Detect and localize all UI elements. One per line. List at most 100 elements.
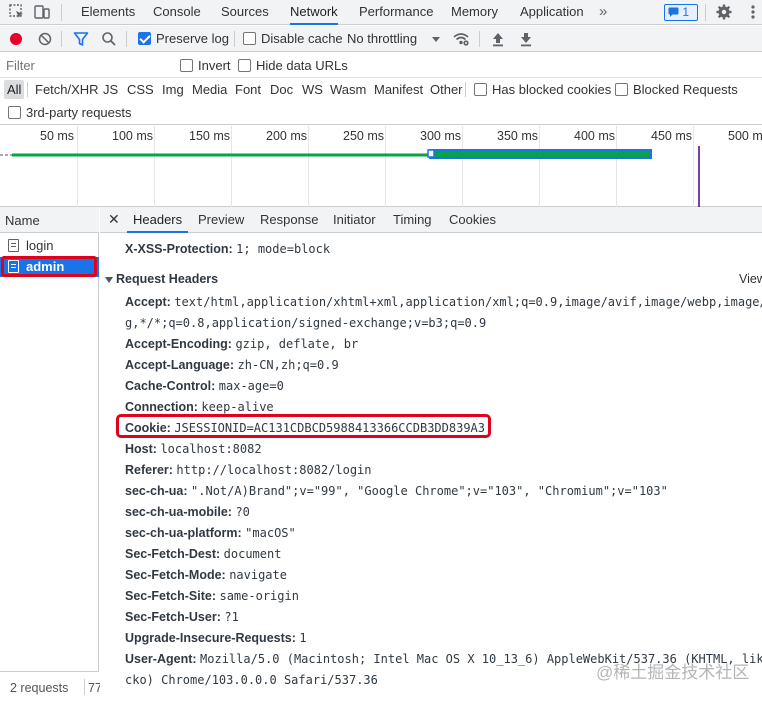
- filter-icon[interactable]: [72, 30, 90, 48]
- more-tabs-icon[interactable]: »: [599, 0, 607, 25]
- tab-sources[interactable]: Sources: [221, 0, 269, 25]
- header-value: http://localhost:8082/login: [176, 463, 372, 477]
- tab-network[interactable]: Network: [290, 0, 338, 25]
- header-key: Host:: [125, 442, 157, 456]
- document-icon: [8, 239, 19, 252]
- name-column-header[interactable]: Name: [0, 207, 99, 233]
- divider: [126, 31, 127, 47]
- header-value: 1: [299, 631, 307, 645]
- type-filter-ws[interactable]: WS: [299, 80, 326, 99]
- filter-bar: Invert Hide data URLs: [0, 53, 762, 78]
- type-filter-css[interactable]: CSS: [124, 80, 157, 99]
- request-row-login[interactable]: login: [0, 236, 99, 256]
- tab-initiator[interactable]: Initiator: [333, 207, 376, 233]
- disable-cache-checkbox[interactable]: [243, 32, 256, 45]
- type-filter-manifest[interactable]: Manifest: [371, 80, 426, 99]
- header-key: sec-ch-ua:: [125, 484, 188, 498]
- timeline-overview[interactable]: 50 ms 100 ms 150 ms 200 ms 250 ms 300 ms…: [0, 126, 762, 207]
- header-value: "macOS": [245, 526, 296, 540]
- waterfall-bars: [0, 146, 700, 207]
- header-row-accept: Accept: text/html,application/xhtml+xml,…: [125, 295, 762, 309]
- preserve-log-label: Preserve log: [156, 31, 229, 46]
- header-value-continuation: g,*/*;q=0.8,application/signed-exchange;…: [125, 316, 487, 330]
- tab-memory[interactable]: Memory: [451, 0, 498, 25]
- record-icon[interactable]: [7, 30, 25, 48]
- divider: [61, 4, 62, 21]
- header-row-sec-ch-ua: sec-ch-ua: ".Not/A)Brand";v="99", "Googl…: [125, 484, 668, 498]
- type-filter-doc[interactable]: Doc: [267, 80, 296, 99]
- message-icon: [668, 7, 679, 17]
- tab-cookies[interactable]: Cookies: [449, 207, 496, 233]
- issues-badge[interactable]: 1: [664, 4, 698, 21]
- header-row-sec-fetch-mode: Sec-Fetch-Mode: navigate: [125, 568, 287, 582]
- third-party-checkbox[interactable]: [8, 106, 21, 119]
- view-source-link[interactable]: View: [739, 272, 762, 286]
- filter-input[interactable]: [3, 56, 167, 75]
- dropdown-arrow-icon[interactable]: [427, 30, 445, 48]
- header-row-host: Host: localhost:8082: [125, 442, 262, 456]
- tab-console[interactable]: Console: [153, 0, 201, 25]
- inspect-element-icon[interactable]: [8, 3, 26, 21]
- header-key: Sec-Fetch-Dest:: [125, 547, 221, 561]
- header-value: navigate: [229, 568, 287, 582]
- request-count: 2 requests: [10, 681, 69, 695]
- tab-elements[interactable]: Elements: [81, 0, 135, 25]
- header-row-accept-language: Accept-Language: zh-CN,zh;q=0.9: [125, 358, 339, 372]
- device-toolbar-icon[interactable]: [33, 3, 51, 21]
- header-value: ?0: [235, 505, 250, 519]
- header-value: 1; mode=block: [236, 242, 331, 256]
- search-icon[interactable]: [100, 30, 118, 48]
- header-key: Accept:: [125, 295, 171, 309]
- type-filter-fetch-xhr[interactable]: Fetch/XHR: [32, 80, 102, 99]
- header-value: localhost:8082: [160, 442, 262, 456]
- divider: [27, 82, 28, 97]
- clear-icon[interactable]: [36, 30, 54, 48]
- has-blocked-cookies-checkbox[interactable]: [474, 83, 487, 96]
- header-row-cache-control: Cache-Control: max-age=0: [125, 379, 284, 393]
- header-row-user-agent-cont: cko) Chrome/103.0.0.0 Safari/537.36: [125, 673, 378, 687]
- header-key: X-XSS-Protection:: [125, 242, 233, 256]
- invert-checkbox[interactable]: [180, 59, 193, 72]
- type-filter-font[interactable]: Font: [232, 80, 264, 99]
- has-blocked-cookies-label: Has blocked cookies: [492, 82, 612, 97]
- header-row: X-XSS-Protection: 1; mode=block: [125, 242, 330, 256]
- blocked-requests-checkbox[interactable]: [615, 83, 628, 96]
- type-filter-js[interactable]: JS: [100, 80, 121, 99]
- request-headers-section-title[interactable]: Request Headers: [105, 272, 218, 286]
- request-list: Name login admin 2 requests 77: [0, 207, 102, 702]
- request-details: ✕ Headers Preview Response Initiator Tim…: [100, 207, 762, 702]
- preserve-log-checkbox[interactable]: [138, 32, 151, 45]
- gear-icon[interactable]: [715, 3, 733, 21]
- header-row-accept-encoding: Accept-Encoding: gzip, deflate, br: [125, 337, 358, 351]
- tab-headers[interactable]: Headers: [127, 207, 189, 233]
- type-filter-other[interactable]: Other: [427, 80, 466, 99]
- status-footer: 2 requests 77: [0, 671, 102, 702]
- header-key: Accept-Language:: [125, 358, 235, 372]
- header-row-connection: Connection: keep-alive: [125, 400, 274, 414]
- highlight-box-admin: [1, 256, 97, 277]
- kebab-menu-icon[interactable]: [744, 3, 762, 21]
- header-key: Connection:: [125, 400, 198, 414]
- tab-response[interactable]: Response: [260, 207, 319, 233]
- hide-data-urls-checkbox[interactable]: [238, 59, 251, 72]
- tab-application[interactable]: Application: [520, 0, 584, 25]
- network-conditions-icon[interactable]: [452, 30, 470, 48]
- network-panel-lower: Name login admin 2 requests 77 ✕ Headers…: [0, 207, 762, 702]
- type-filter-all[interactable]: All: [4, 80, 25, 99]
- throttling-select[interactable]: No throttling: [347, 31, 417, 46]
- import-har-icon[interactable]: [489, 30, 507, 48]
- header-row-sec-fetch-dest: Sec-Fetch-Dest: document: [125, 547, 281, 561]
- header-key: Accept-Encoding:: [125, 337, 232, 351]
- export-har-icon[interactable]: [517, 30, 535, 48]
- divider: [61, 31, 62, 47]
- tab-timing[interactable]: Timing: [393, 207, 432, 233]
- type-filter-media[interactable]: Media: [189, 80, 230, 99]
- type-filter-img[interactable]: Img: [159, 80, 187, 99]
- tab-preview[interactable]: Preview: [198, 207, 244, 233]
- type-filter-wasm[interactable]: Wasm: [327, 80, 369, 99]
- divider: [84, 679, 85, 695]
- close-icon[interactable]: ✕: [108, 211, 120, 228]
- issues-count: 1: [682, 5, 690, 19]
- header-value: text/html,application/xhtml+xml,applicat…: [174, 295, 762, 309]
- tab-performance[interactable]: Performance: [359, 0, 433, 25]
